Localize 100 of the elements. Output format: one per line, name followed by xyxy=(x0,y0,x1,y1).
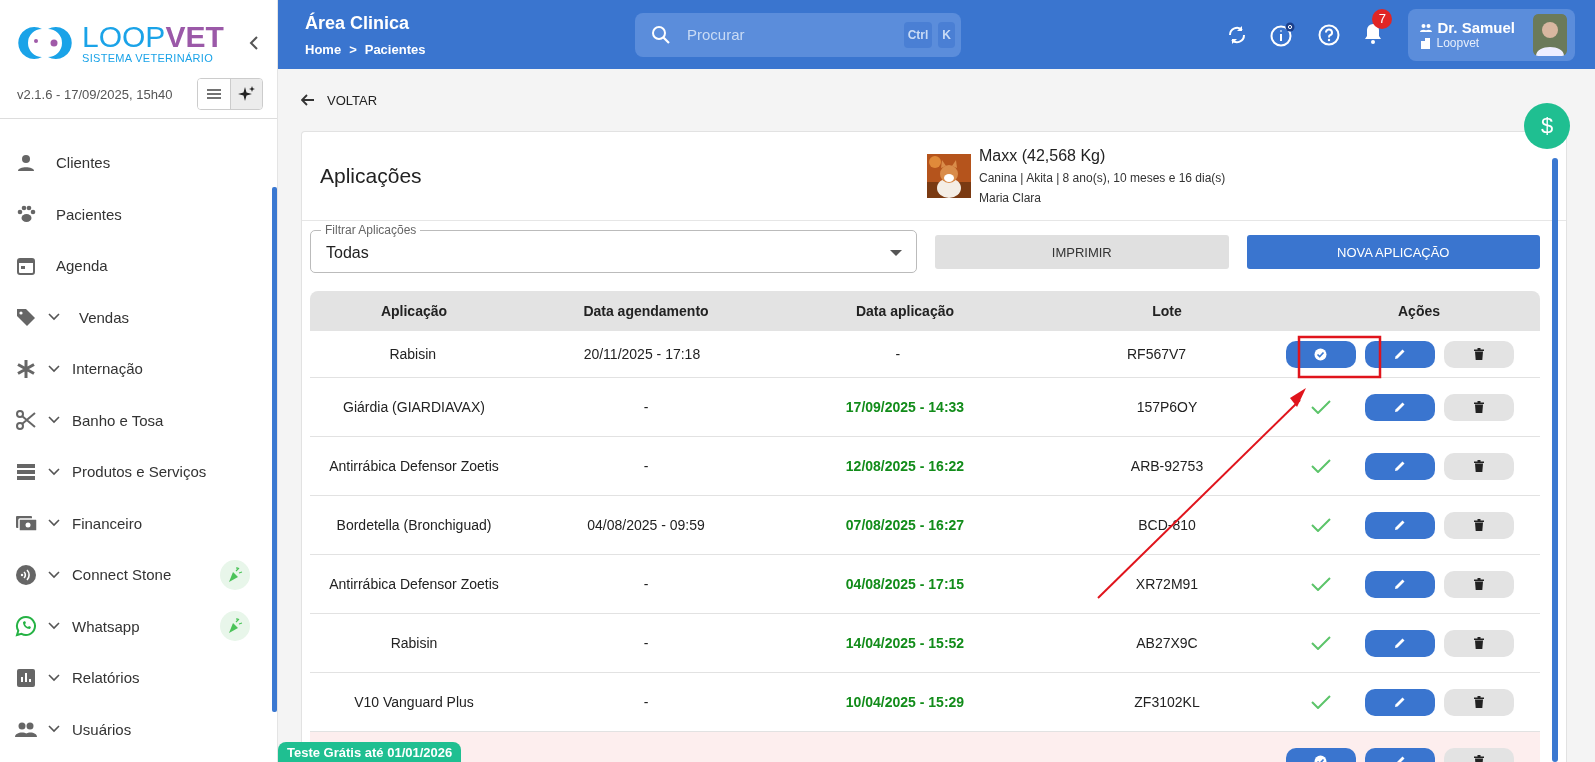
pencil-icon xyxy=(1394,637,1406,649)
sidebar-item[interactable]: Whatsapp xyxy=(0,600,272,652)
search-field[interactable]: Procurar xyxy=(685,25,898,44)
sidebar-item-label: Agenda xyxy=(56,257,109,275)
table-cell: Rabisin xyxy=(389,346,437,362)
breadcrumb-link[interactable]: Pacientes xyxy=(364,41,426,57)
pet-details: Canina | Akita | 8 ano(s), 10 meses e 16 dia(s) xyxy=(979,171,1226,185)
edit-button[interactable] xyxy=(1365,340,1435,368)
delete-button[interactable] xyxy=(1444,452,1514,480)
edit-button[interactable] xyxy=(1365,452,1435,480)
table-cell: - xyxy=(643,694,649,710)
edit-button[interactable] xyxy=(1365,511,1435,539)
apply-button[interactable] xyxy=(1286,340,1356,368)
print-button[interactable]: IMPRIMIR xyxy=(935,235,1229,269)
table-cell: V10 Vanguard Plus xyxy=(354,694,474,710)
avatar xyxy=(1533,13,1567,56)
sidebar-item[interactable]: Internação xyxy=(0,343,272,395)
scrollbar[interactable] xyxy=(272,187,277,712)
sidebar-item-label: Vendas xyxy=(79,308,131,326)
keyboard-key: K xyxy=(938,21,955,48)
sidebar-item-label: Pacientes xyxy=(56,205,123,223)
table-cell: ZF3102KL xyxy=(1134,694,1200,710)
collapse-chevron-icon[interactable] xyxy=(249,35,259,51)
column-header: Lote xyxy=(1151,303,1183,319)
delete-button[interactable] xyxy=(1444,340,1514,368)
back-arrow-icon xyxy=(301,94,315,106)
column-header: Aplicação xyxy=(379,303,449,319)
version-text: v2.1.6 - 17/09/2025, 15h40 xyxy=(17,86,173,102)
brand-name: LOOPVET xyxy=(82,22,225,52)
table-cell: - xyxy=(643,458,649,474)
organization-name: Loopvet xyxy=(1436,36,1480,50)
sidebar-item[interactable]: Vendas xyxy=(0,291,272,343)
pet-name: Maxx (42,568 Kg) xyxy=(979,147,1107,165)
edit-button[interactable] xyxy=(1365,688,1435,716)
delete-button[interactable] xyxy=(1444,570,1514,598)
edit-button[interactable] xyxy=(1365,570,1435,598)
sidebar-item-label: Produtos e Serviços xyxy=(72,463,208,481)
chevron-down-icon xyxy=(48,519,60,528)
table-cell: 14/04/2025 - 15:52 xyxy=(845,635,965,651)
table-cell: 20/11/2025 - 17:18 xyxy=(583,346,701,362)
keyboard-key: Ctrl xyxy=(903,21,933,48)
help-icon[interactable] xyxy=(1318,23,1341,46)
menu-icon xyxy=(206,88,222,100)
sidebar-item[interactable]: Banho e Tosa xyxy=(0,394,272,446)
sparkle-button[interactable] xyxy=(230,79,262,109)
pencil-icon xyxy=(1394,519,1406,531)
chevron-down-icon xyxy=(48,416,60,425)
owner-name: Maria Clara xyxy=(979,191,1042,205)
check-circle-icon xyxy=(1314,347,1328,361)
filter-select[interactable]: Filtrar Aplicações Todas xyxy=(310,223,917,273)
delete-button[interactable] xyxy=(1444,688,1514,716)
table-cell: - xyxy=(643,399,649,415)
new-application-button[interactable]: NOVA APLICAÇÃO xyxy=(1246,235,1540,269)
table-cell: Antirrábica Defensor Zoetis xyxy=(329,576,499,592)
back-button[interactable]: VOLTAR xyxy=(301,92,378,108)
user-name: Dr. Samuel xyxy=(1437,19,1515,36)
page-title: Área Clinica xyxy=(305,12,411,34)
notification-count: 7 xyxy=(1372,8,1393,29)
table-cell: Bordetella (Bronchiguad) xyxy=(336,517,492,533)
sidebar-item[interactable]: Usuários xyxy=(0,703,272,755)
sidebar-item-label: Internação xyxy=(72,360,144,378)
table-cell: 04/08/2025 - 17:15 xyxy=(845,576,965,592)
delete-button[interactable] xyxy=(1444,629,1514,657)
table-cell: AB27X9C xyxy=(1136,635,1198,651)
column-header: Data agendamento xyxy=(582,303,710,319)
dropdown-caret-icon xyxy=(890,249,902,256)
scrollbar[interactable] xyxy=(1552,158,1558,762)
tag-icon xyxy=(15,306,37,329)
info-icon[interactable] xyxy=(1270,21,1297,48)
trash-icon xyxy=(1474,637,1484,649)
party-popper-icon xyxy=(220,611,250,642)
delete-button[interactable] xyxy=(1444,511,1514,539)
sidebar-item[interactable]: Pacientes xyxy=(0,188,272,240)
sidebar-item[interactable]: Produtos e Serviços xyxy=(0,446,272,498)
chart-icon xyxy=(15,666,37,689)
trash-icon xyxy=(1474,519,1484,531)
trash-icon xyxy=(1474,348,1484,360)
sidebar-item[interactable]: Clientes xyxy=(0,137,272,189)
sidebar-item-label: Banho e Tosa xyxy=(72,411,165,429)
table-cell: 10/04/2025 - 15:29 xyxy=(845,694,965,710)
sidebar-item[interactable]: Financeiro xyxy=(0,497,272,549)
pencil-icon xyxy=(1394,578,1406,590)
table-cell: 04/08/2025 - 09:59 xyxy=(587,517,705,533)
pencil-icon xyxy=(1394,696,1406,708)
edit-button[interactable] xyxy=(1365,393,1435,421)
chevron-down-icon xyxy=(48,725,60,734)
sidebar-item-label: Usuários xyxy=(72,720,133,738)
sidebar-item[interactable]: Agenda xyxy=(0,240,272,292)
chevron-down-icon xyxy=(48,673,60,682)
asterisk-icon xyxy=(15,357,37,380)
chevron-down-icon xyxy=(48,467,60,476)
table-cell: ARB-92753 xyxy=(1130,458,1204,474)
breadcrumb-link[interactable]: Home xyxy=(305,41,342,57)
edit-button[interactable] xyxy=(1365,629,1435,657)
column-header: Ações xyxy=(1397,303,1441,319)
trash-icon xyxy=(1474,696,1484,708)
sidebar-item[interactable]: Relatórios xyxy=(0,652,272,704)
delete-button[interactable] xyxy=(1444,393,1514,421)
sidebar-item[interactable]: Connect Stone xyxy=(0,549,272,601)
column-header: Data aplicação xyxy=(854,303,956,319)
